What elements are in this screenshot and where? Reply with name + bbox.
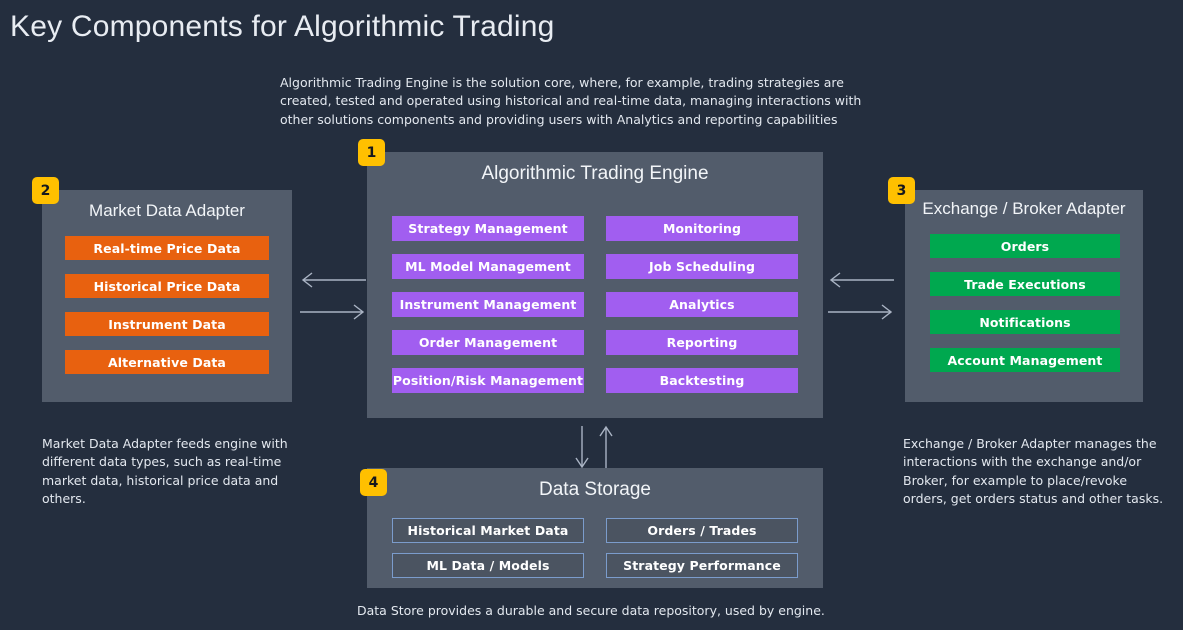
- panel-data-storage: Data Storage Historical Market Data Orde…: [367, 468, 823, 588]
- market-adapter-item-list: Real-time Price Data Historical Price Da…: [65, 236, 269, 374]
- panel-title-engine: Algorithmic Trading Engine: [481, 163, 709, 184]
- engine-item[interactable]: Position/Risk Management: [392, 368, 584, 393]
- exchange-adapter-item[interactable]: Notifications: [930, 310, 1120, 334]
- data-storage-item[interactable]: Orders / Trades: [606, 518, 798, 543]
- exchange-adapter-item[interactable]: Orders: [930, 234, 1120, 258]
- page-title: Key Components for Algorithmic Trading: [10, 10, 555, 43]
- panel-exchange-broker-adapter: Exchange / Broker Adapter Orders Trade E…: [905, 190, 1143, 402]
- panel-algorithmic-trading-engine: Algorithmic Trading Engine Strategy Mana…: [367, 152, 823, 418]
- panel-title-data-storage: Data Storage: [539, 479, 651, 500]
- engine-item[interactable]: ML Model Management: [392, 254, 584, 279]
- exchange-adapter-item[interactable]: Trade Executions: [930, 272, 1120, 296]
- panel-title-market-data-adapter: Market Data Adapter: [89, 201, 245, 220]
- badge-market-data-adapter: 2: [32, 177, 59, 204]
- arrow-pair-engine-to-storage: [570, 424, 618, 470]
- market-adapter-item[interactable]: Instrument Data: [65, 312, 269, 336]
- data-storage-item[interactable]: Historical Market Data: [392, 518, 584, 543]
- engine-description: Algorithmic Trading Engine is the soluti…: [280, 75, 862, 127]
- market-adapter-item[interactable]: Real-time Price Data: [65, 236, 269, 260]
- exchange-adapter-item-list: Orders Trade Executions Notifications Ac…: [930, 234, 1120, 372]
- engine-item-grid: Strategy Management Monitoring ML Model …: [392, 216, 798, 393]
- market-adapter-item[interactable]: Alternative Data: [65, 350, 269, 374]
- badge-data-storage: 4: [360, 469, 387, 496]
- exchange-adapter-item[interactable]: Account Management: [930, 348, 1120, 372]
- market-adapter-description: Market Data Adapter feeds engine with di…: [42, 436, 288, 506]
- panel-market-data-adapter: Market Data Adapter Real-time Price Data…: [42, 190, 292, 402]
- engine-item[interactable]: Order Management: [392, 330, 584, 355]
- engine-item[interactable]: Job Scheduling: [606, 254, 798, 279]
- badge-engine: 1: [358, 139, 385, 166]
- engine-item[interactable]: Analytics: [606, 292, 798, 317]
- data-storage-item-grid: Historical Market Data Orders / Trades M…: [392, 518, 798, 578]
- engine-item[interactable]: Instrument Management: [392, 292, 584, 317]
- data-storage-item[interactable]: ML Data / Models: [392, 553, 584, 578]
- market-adapter-item[interactable]: Historical Price Data: [65, 274, 269, 298]
- arrow-pair-market-to-engine: [298, 268, 368, 324]
- badge-exchange-broker-adapter: 3: [888, 177, 915, 204]
- engine-item[interactable]: Reporting: [606, 330, 798, 355]
- engine-item[interactable]: Monitoring: [606, 216, 798, 241]
- engine-item[interactable]: Backtesting: [606, 368, 798, 393]
- data-storage-item[interactable]: Strategy Performance: [606, 553, 798, 578]
- diagram-canvas: Key Components for Algorithmic Trading A…: [0, 0, 1183, 630]
- engine-item[interactable]: Strategy Management: [392, 216, 584, 241]
- arrow-pair-engine-to-exchange: [826, 268, 896, 324]
- exchange-adapter-description: Exchange / Broker Adapter manages the in…: [903, 436, 1164, 506]
- panel-title-exchange-broker-adapter: Exchange / Broker Adapter: [922, 199, 1126, 218]
- data-storage-description: Data Store provides a durable and secure…: [357, 603, 825, 618]
